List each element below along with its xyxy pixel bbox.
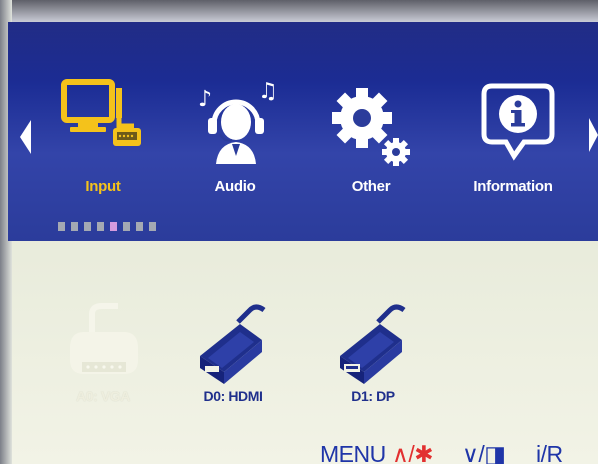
gears-icon	[332, 88, 410, 166]
tab-label: Input	[85, 178, 121, 195]
up-key-hint[interactable]: ∧/✱	[392, 441, 434, 464]
tab-information[interactable]: Information	[458, 72, 568, 212]
headphones-person-icon: ♪ ♫	[198, 79, 278, 164]
source-vga[interactable]: A0: VGA	[48, 300, 158, 410]
vga-connector-icon	[70, 303, 138, 374]
page-dot	[58, 222, 65, 231]
page-dot-selected	[110, 222, 117, 231]
displayport-connector-icon	[340, 304, 406, 384]
page-dot	[123, 222, 130, 231]
source-label: A0: VGA	[76, 388, 130, 404]
page-dot	[149, 222, 156, 231]
svg-text:♪: ♪	[198, 87, 212, 112]
down-key-hint[interactable]: ∨/◨	[462, 441, 506, 464]
tab-input[interactable]: Input	[48, 72, 158, 212]
source-hdmi[interactable]: D0: HDMI	[178, 300, 288, 410]
tab-other[interactable]: Other	[316, 72, 426, 212]
source-label: D1: DP	[351, 388, 395, 404]
monitor-input-icon	[61, 79, 141, 146]
info-bubble-icon	[481, 83, 555, 161]
source-label: D0: HDMI	[203, 388, 263, 404]
tab-label: Information	[473, 178, 553, 195]
menu-key-hint[interactable]: MENU	[320, 441, 386, 464]
svg-text:♫: ♫	[258, 79, 278, 104]
tab-label: Other	[351, 178, 391, 195]
page-dot	[71, 222, 78, 231]
source-displayport[interactable]: D1: DP	[318, 300, 428, 410]
tab-label: Audio	[214, 178, 256, 195]
page-dot	[136, 222, 143, 231]
hdmi-connector-icon	[200, 304, 266, 384]
osd-screen: Input ♪ ♫ Audio Other Information A0: VG…	[0, 0, 598, 464]
scroll-left-arrow-icon[interactable]	[20, 120, 31, 154]
tab-audio[interactable]: ♪ ♫ Audio	[180, 72, 290, 212]
monitor-bezel-top	[0, 0, 598, 22]
page-dot	[84, 222, 91, 231]
right-key-hint[interactable]: i/R	[536, 441, 563, 464]
scroll-right-arrow-icon[interactable]	[589, 118, 598, 152]
page-dot	[97, 222, 104, 231]
